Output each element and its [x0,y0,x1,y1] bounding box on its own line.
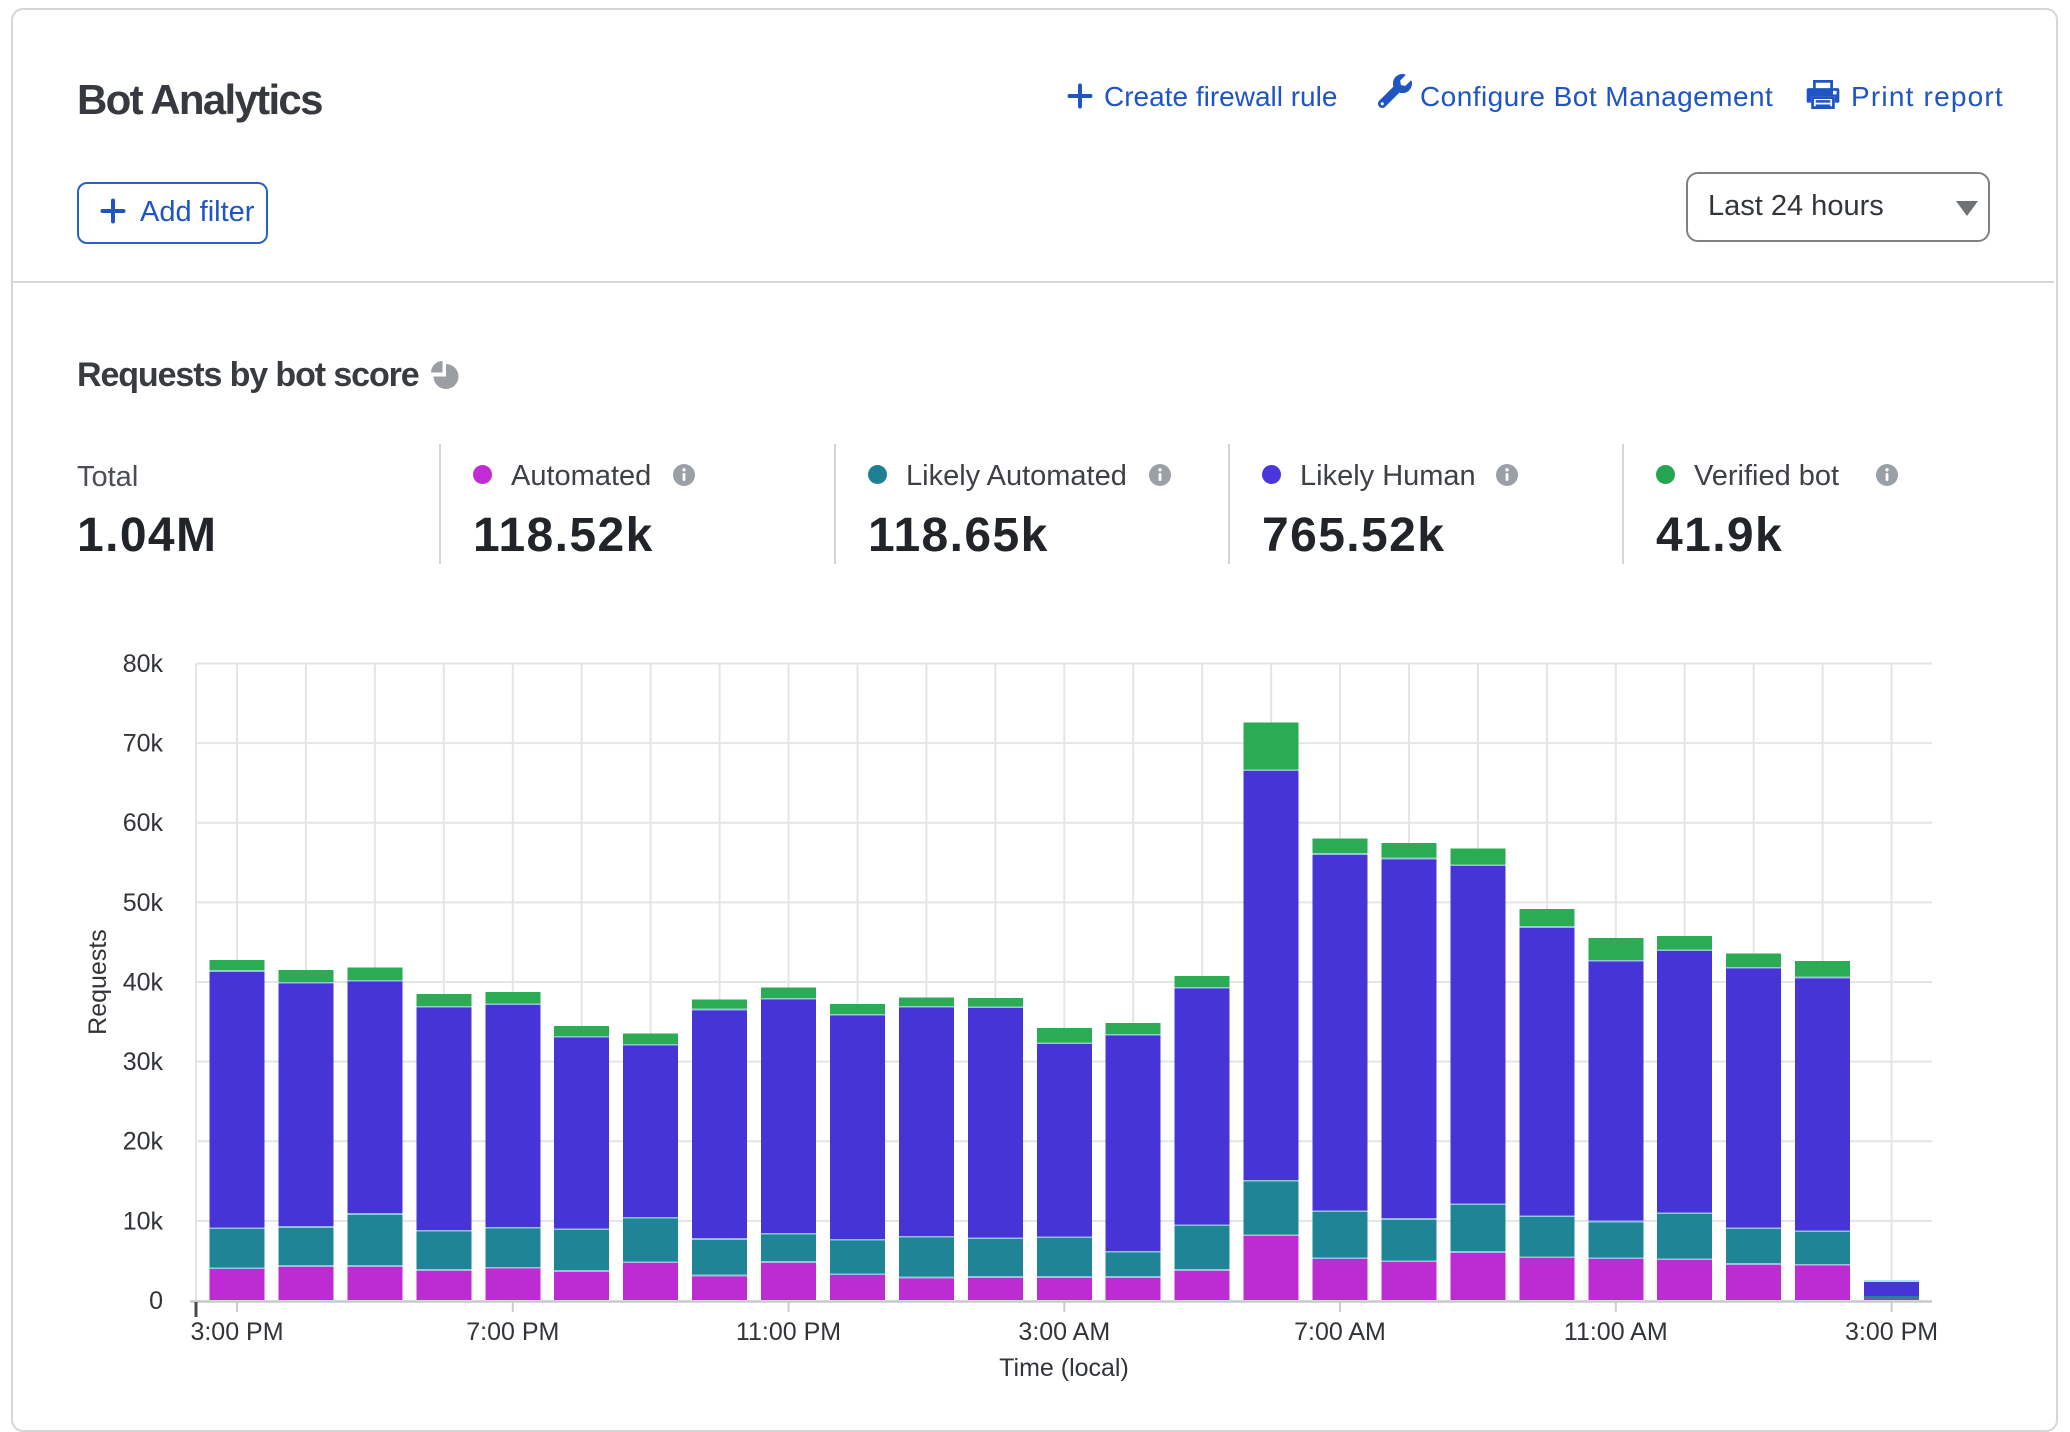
svg-text:60k: 60k [123,809,164,837]
svg-text:7:00 AM: 7:00 AM [1294,1318,1386,1346]
svg-text:40k: 40k [123,969,164,997]
svg-text:3:00 AM: 3:00 AM [1018,1318,1110,1346]
svg-text:11:00 PM: 11:00 PM [736,1318,841,1346]
svg-text:80k: 80k [123,650,164,678]
svg-text:20k: 20k [123,1128,164,1156]
svg-text:Time (local): Time (local) [999,1354,1129,1382]
svg-text:3:00 PM: 3:00 PM [1845,1318,1938,1346]
svg-text:10k: 10k [123,1207,164,1235]
svg-text:30k: 30k [123,1048,164,1076]
svg-text:7:00 PM: 7:00 PM [466,1318,559,1346]
svg-text:11:00 AM: 11:00 AM [1564,1318,1668,1346]
svg-text:Requests: Requests [84,929,112,1035]
svg-text:0: 0 [149,1287,163,1315]
svg-text:70k: 70k [123,730,164,758]
svg-text:3:00 PM: 3:00 PM [190,1318,283,1346]
svg-text:50k: 50k [123,889,164,917]
